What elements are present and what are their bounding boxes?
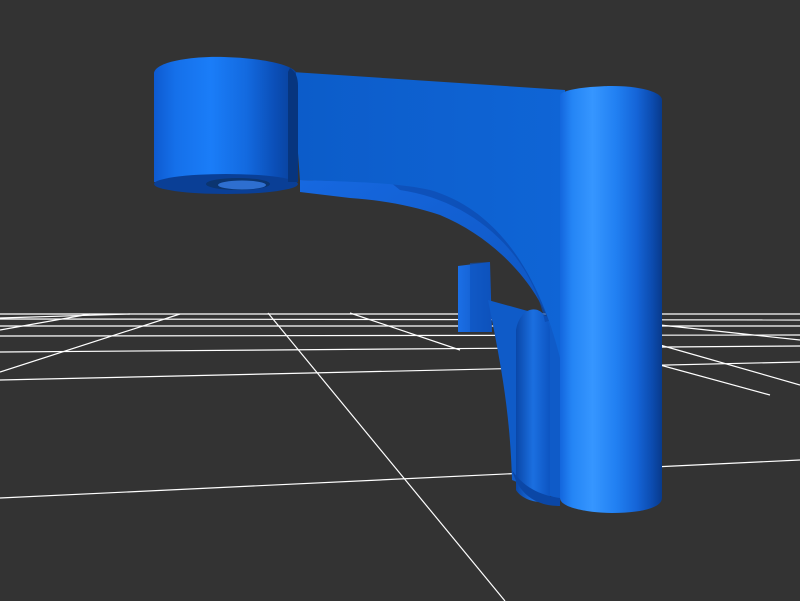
mounting-hole-inner (218, 180, 266, 190)
left-boss (154, 56, 296, 189)
grid-line (0, 334, 800, 337)
grid-line (0, 313, 181, 373)
bracket-model[interactable] (154, 56, 662, 513)
grid-line (659, 324, 800, 341)
3d-viewport[interactable] (0, 0, 800, 601)
render-scene[interactable] (0, 0, 800, 601)
back-tab-shadow (470, 262, 490, 332)
grid-line (0, 459, 800, 499)
grid-line (267, 312, 506, 601)
grid-line (659, 364, 771, 396)
rib (516, 309, 550, 502)
grid-line (349, 312, 461, 351)
grid-line (0, 318, 800, 321)
ground-grid (0, 312, 800, 601)
boss-junction (288, 68, 298, 182)
vertical-column (560, 86, 662, 513)
